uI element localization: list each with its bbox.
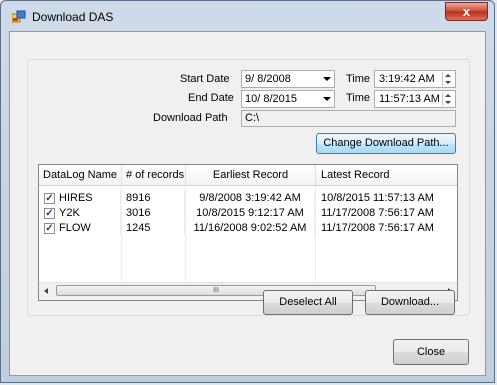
start-date-label: Start Date [180,73,230,85]
start-time-input[interactable]: 3:19:42 AM [374,70,456,88]
title-bar[interactable]: Download DAS x [1,1,494,31]
cell-name: FLOW [59,221,121,235]
download-path-label: Download Path [153,112,228,124]
row-checkbox[interactable]: ✓ [44,193,55,204]
column-divider [315,186,316,282]
cell-latest: 11/17/2008 7:56:17 AM [321,222,434,234]
spin-up-icon [445,74,451,77]
spin-up-icon [445,94,451,97]
change-download-path-button[interactable]: Change Download Path... [316,133,456,154]
start-date-picker[interactable]: 9/ 8/2008 [241,70,335,88]
cell-records: 1245 [126,221,185,235]
spin-down-icon [445,81,451,84]
chevron-down-icon [323,77,331,81]
cell-earliest: 10/8/2015 9:12:17 AM [186,206,315,220]
column-header-latest[interactable]: Latest Record [316,165,457,186]
end-time-spinner[interactable] [442,92,454,106]
start-time-spinner[interactable] [442,72,454,86]
title-close-button[interactable]: x [445,2,488,21]
app-window-icon [12,10,26,23]
download-path-field: C:\ [241,110,456,127]
cell-name: Y2K [59,206,121,220]
column-divider [121,186,122,282]
cell-records: 8916 [126,191,185,205]
datalog-table: DataLog Name # of records Earliest Recor… [38,164,458,301]
download-das-window: Download DAS x Start Date 9/ 8/2008 Time… [0,0,495,383]
cell-name: HIRES [59,191,121,205]
download-button[interactable]: Download... [365,290,455,315]
cell-earliest: 11/16/2008 9:02:52 AM [186,221,315,235]
cell-earliest: 9/8/2008 3:19:42 AM [186,191,315,205]
column-header-earliest[interactable]: Earliest Record [186,165,316,186]
end-date-value: 10/ 8/2015 [245,93,297,105]
cell-latest: 10/8/2015 11:57:13 AM [321,192,434,204]
column-header-datalog-name[interactable]: DataLog Name [39,165,122,186]
end-time-label: Time [346,92,371,104]
start-time-value: 3:19:42 AM [379,73,435,85]
close-button[interactable]: Close [393,339,469,365]
download-path-value: C:\ [245,112,260,124]
end-time-value: 11:57:13 AM [379,93,440,105]
end-date-picker[interactable]: 10/ 8/2015 [241,90,335,108]
window-title: Download DAS [32,10,114,24]
deselect-all-button[interactable]: Deselect All [263,290,353,315]
start-date-value: 9/ 8/2008 [245,73,291,85]
start-time-label: Time [346,73,371,85]
cell-records: 3016 [126,206,185,220]
end-date-label: End Date [188,92,234,104]
client-area: Start Date 9/ 8/2008 Time 3:19:42 AM End… [9,31,486,376]
cell-latest: 11/17/2008 7:56:17 AM [321,207,434,219]
row-checkbox[interactable]: ✓ [44,223,55,234]
end-time-input[interactable]: 11:57:13 AM [374,90,456,108]
row-checkbox[interactable]: ✓ [44,208,55,219]
spin-down-icon [445,101,451,104]
scroll-left-icon[interactable] [44,288,48,294]
column-header-records[interactable]: # of records [122,165,186,186]
chevron-down-icon [323,97,331,101]
